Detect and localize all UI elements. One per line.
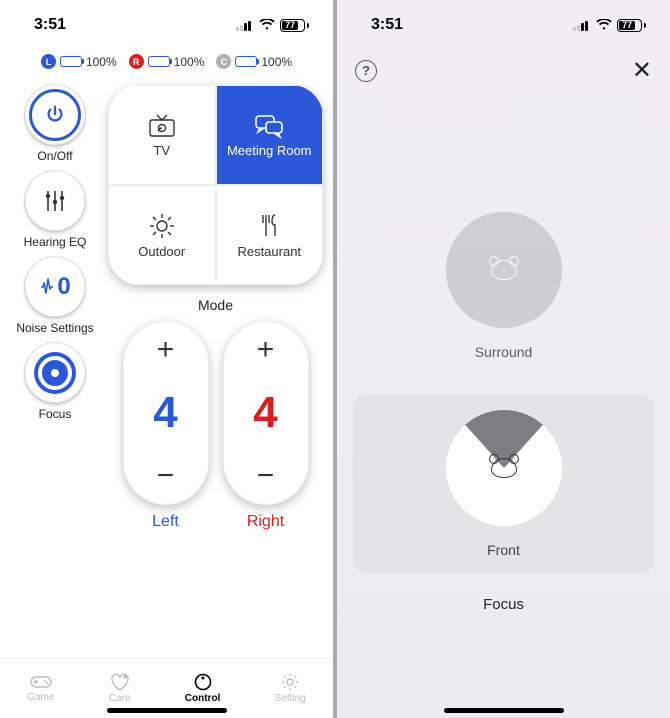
status-indicators: 77	[573, 19, 646, 32]
status-time: 3:51	[34, 16, 66, 34]
device-right-battery: R 100%	[129, 54, 205, 69]
left-badge-icon: L	[41, 54, 56, 69]
chat-icon	[253, 113, 285, 139]
surround-icon	[446, 212, 562, 328]
tv-icon	[147, 113, 177, 139]
tab-setting[interactable]: Setting	[275, 673, 306, 704]
home-indicator[interactable]	[107, 708, 227, 713]
battery-icon: 77	[617, 19, 646, 32]
battery-bar-icon	[60, 56, 82, 67]
power-button[interactable]	[25, 85, 85, 145]
device-battery-row: L 100% R 100% C 100%	[0, 50, 333, 79]
device-left-battery: L 100%	[41, 54, 117, 69]
heart-plus-icon	[110, 673, 130, 691]
right-volume-value: 4	[253, 388, 277, 438]
eq-label: Hearing EQ	[24, 235, 87, 249]
battery-bar-icon	[235, 56, 257, 67]
right-volume-down[interactable]: −	[257, 461, 275, 491]
noise-settings-button[interactable]: 0	[25, 257, 85, 317]
battery-icon: 77	[280, 19, 309, 32]
status-bar: 3:51 77	[0, 0, 333, 50]
hearing-eq-button[interactable]	[25, 171, 85, 231]
tab-control[interactable]: Control	[185, 673, 221, 704]
mode-tv[interactable]: TV	[108, 85, 216, 185]
mode-selector: TV Meeting Room Outdoor Restaurant	[108, 85, 323, 285]
status-time: 3:51	[371, 16, 403, 34]
eq-icon	[40, 186, 70, 216]
gamepad-icon	[30, 674, 52, 690]
mode-label: Mode	[108, 293, 323, 313]
front-label: Front	[487, 542, 520, 558]
status-indicators: 77	[236, 19, 309, 32]
gear-icon	[281, 673, 299, 691]
cutlery-icon	[257, 212, 281, 240]
power-label: On/Off	[37, 149, 72, 163]
help-button[interactable]: ?	[355, 60, 377, 82]
cellular-icon	[236, 19, 254, 31]
front-icon	[446, 410, 562, 526]
focus-icon	[38, 356, 72, 390]
control-screen: 3:51 77 L 100% R 100% C 100%	[0, 0, 333, 718]
left-volume-control: + 4 −	[123, 321, 209, 505]
right-volume-label: Right	[247, 513, 284, 531]
wifi-icon	[259, 19, 275, 31]
dial-icon	[194, 673, 212, 691]
focus-option-front[interactable]: Front	[353, 394, 654, 574]
focus-button[interactable]	[25, 343, 85, 403]
left-volume-value: 4	[153, 388, 177, 438]
wifi-icon	[596, 19, 612, 31]
device-case-battery: C 100%	[216, 54, 292, 69]
left-volume-label: Left	[152, 513, 179, 531]
tab-care[interactable]: Care	[109, 673, 131, 704]
mode-outdoor[interactable]: Outdoor	[108, 185, 216, 285]
right-volume-up[interactable]: +	[257, 335, 275, 365]
mode-meeting-room[interactable]: Meeting Room	[216, 85, 324, 185]
pulse-icon	[39, 277, 55, 297]
noise-label: Noise Settings	[16, 321, 93, 335]
right-volume-control: + 4 −	[223, 321, 309, 505]
cellular-icon	[573, 19, 591, 31]
focus-label: Focus	[39, 407, 72, 421]
power-icon	[44, 104, 66, 126]
focus-sheet-title: Focus	[483, 596, 524, 613]
sun-icon	[148, 212, 176, 240]
focus-option-surround[interactable]: Surround	[353, 196, 654, 376]
noise-value: 0	[57, 273, 70, 301]
right-badge-icon: R	[129, 54, 144, 69]
focus-sheet-screen: 3:51 77 ? ✕ Surround Front Focus	[337, 0, 670, 718]
case-badge-icon: C	[216, 54, 231, 69]
tab-game[interactable]: Game	[27, 674, 54, 703]
surround-label: Surround	[475, 344, 533, 360]
left-volume-up[interactable]: +	[157, 335, 175, 365]
battery-bar-icon	[148, 56, 170, 67]
close-button[interactable]: ✕	[632, 56, 652, 85]
left-volume-down[interactable]: −	[157, 461, 175, 491]
status-bar: 3:51 77	[337, 0, 670, 50]
mode-restaurant[interactable]: Restaurant	[216, 185, 324, 285]
home-indicator[interactable]	[444, 708, 564, 713]
